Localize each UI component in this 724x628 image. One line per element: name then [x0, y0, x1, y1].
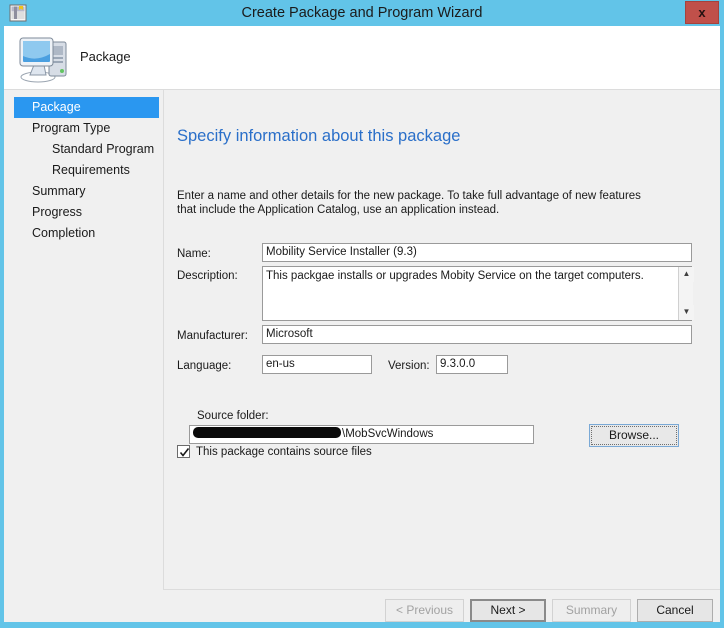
scroll-up-icon[interactable]: ▲: [679, 267, 694, 282]
sidebar-item-package[interactable]: Package: [14, 97, 159, 118]
previous-button[interactable]: < Previous: [385, 599, 464, 622]
description-scrollbar[interactable]: ▲ ▼: [678, 267, 694, 320]
name-label: Name:: [177, 248, 211, 260]
redacted-path-bar: [193, 427, 341, 438]
checkbox-checked-icon[interactable]: [177, 445, 190, 458]
language-input[interactable]: en-us: [262, 355, 372, 374]
computer-monitor-icon: [16, 32, 72, 84]
source-folder-label: Source folder:: [197, 410, 269, 422]
language-label: Language:: [177, 360, 232, 372]
cancel-button[interactable]: Cancel: [637, 599, 713, 622]
scroll-down-icon[interactable]: ▼: [679, 305, 694, 320]
title-bar: Create Package and Program Wizard x: [0, 0, 724, 26]
sidebar-item-progress[interactable]: Progress: [14, 202, 159, 223]
close-button[interactable]: x: [685, 1, 719, 24]
manufacturer-input[interactable]: Microsoft: [262, 325, 692, 344]
sidebar-item-summary[interactable]: Summary: [14, 181, 159, 202]
wizard-content-pane: Specify information about this package E…: [163, 89, 720, 622]
page-title: Specify information about this package: [177, 127, 461, 145]
version-input[interactable]: 9.3.0.0: [436, 355, 508, 374]
wizard-window: Create Package and Program Wizard x Pack…: [0, 0, 724, 628]
name-input[interactable]: Mobility Service Installer (9.3): [262, 243, 692, 262]
description-input[interactable]: This packgae installs or upgrades Mobity…: [262, 266, 692, 321]
sidebar-item-completion[interactable]: Completion: [14, 223, 159, 244]
wizard-header: Package: [4, 26, 720, 89]
source-folder-visible-path: \MobSvcWindows: [342, 428, 434, 440]
manufacturer-label: Manufacturer:: [177, 330, 248, 342]
sidebar-item-standard-program[interactable]: Standard Program: [14, 139, 159, 160]
wizard-steps-list: Package Program Type Standard Program Re…: [4, 97, 163, 244]
description-label: Description:: [177, 270, 238, 282]
header-title: Package: [80, 49, 131, 64]
page-description: Enter a name and other details for the n…: [177, 190, 641, 216]
window-title: Create Package and Program Wizard: [241, 5, 483, 21]
sidebar-item-program-type[interactable]: Program Type: [14, 118, 159, 139]
source-folder-input[interactable]: \MobSvcWindows: [189, 425, 534, 444]
version-label: Version:: [388, 360, 430, 372]
browse-button[interactable]: Browse...: [589, 424, 679, 447]
summary-button[interactable]: Summary: [552, 599, 631, 622]
wizard-footer: < Previous Next > Summary Cancel: [163, 590, 720, 622]
client-area: Package Package Program Type Standard Pr…: [4, 26, 720, 622]
source-files-checkbox-label: This package contains source files: [196, 445, 372, 458]
wizard-sidebar: Package Program Type Standard Program Re…: [4, 89, 163, 622]
source-files-checkbox[interactable]: This package contains source files: [177, 445, 372, 458]
sidebar-item-requirements[interactable]: Requirements: [14, 160, 159, 181]
next-button[interactable]: Next >: [470, 599, 546, 622]
